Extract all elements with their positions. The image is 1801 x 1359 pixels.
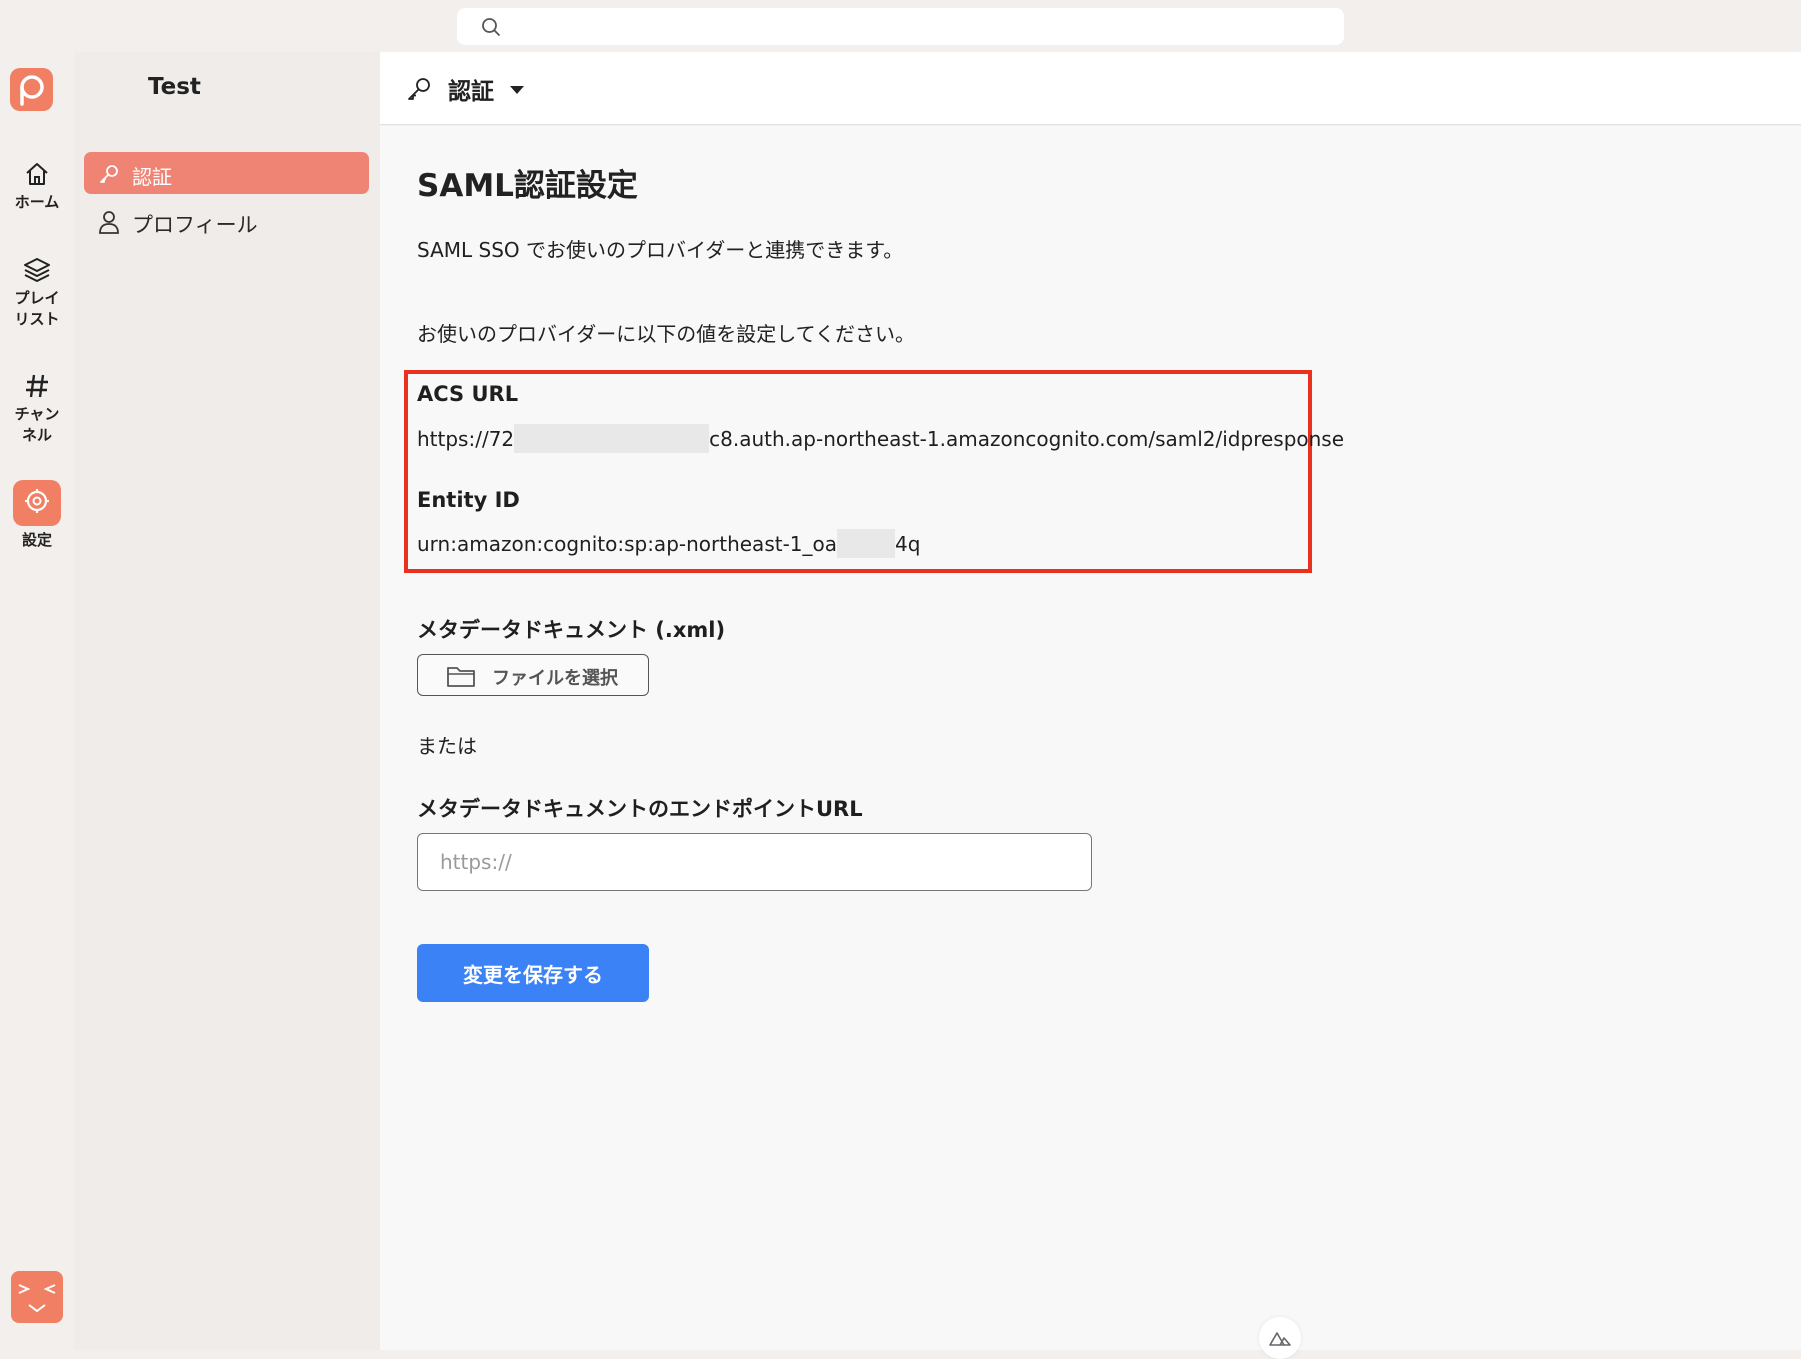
endpoint-url-input[interactable] — [417, 833, 1092, 891]
page-title: SAML認証設定 — [417, 168, 638, 204]
settings-icon-box — [13, 480, 61, 526]
person-icon — [99, 211, 119, 234]
devtools-badge[interactable] — [1259, 1317, 1301, 1359]
rail-settings[interactable]: 設定 — [0, 480, 74, 551]
entity-id-label: Entity ID — [417, 488, 520, 512]
acs-url-label: ACS URL — [417, 382, 519, 406]
folder-icon — [447, 667, 475, 687]
rail-playlist-label-1: プレイ — [14, 289, 60, 307]
entity-id-suffix: 4q — [895, 532, 921, 556]
hash-icon — [26, 374, 48, 398]
sidebar-item-label: 認証 — [132, 165, 172, 189]
rail-home[interactable]: ホーム — [0, 160, 74, 213]
redaction-mask — [837, 529, 896, 558]
main-content: SAML認証設定 SAML SSO でお使いのプロバイダーと連携できます。 お使… — [380, 126, 1801, 1359]
page-instruction: お使いのプロバイダーに以下の値を設定してください。 — [417, 322, 915, 346]
search-bar[interactable] — [457, 8, 1344, 45]
file-select-label: ファイルを選択 — [492, 668, 618, 689]
key-icon — [100, 165, 118, 183]
rail-settings-label: 設定 — [21, 531, 52, 549]
entity-id-value: urn:amazon:cognito:sp:ap-northeast-1_oa 4… — [417, 529, 920, 558]
top-bar — [0, 0, 1801, 52]
rail-channel-label-2: ネル — [21, 426, 52, 444]
sidebar-item-auth[interactable]: 認証 — [84, 152, 369, 194]
or-text: または — [417, 734, 477, 758]
app-logo[interactable] — [10, 68, 53, 111]
entity-id-prefix: urn:amazon:cognito:sp:ap-northeast-1_oa — [417, 532, 838, 556]
rail-playlist-label-2: リスト — [14, 310, 60, 328]
settings-sidebar: Test 認証 プロフィール — [74, 52, 380, 1350]
redaction-mask — [514, 424, 710, 453]
rail-channel-label-1: チャン — [14, 405, 60, 423]
nuxt-icon — [1269, 1332, 1291, 1346]
chevron-down-icon[interactable] — [510, 86, 524, 94]
face-icon — [18, 1284, 56, 1313]
acs-url-prefix: https://72 — [417, 427, 515, 451]
rail-channel[interactable]: チャン ネル — [0, 372, 74, 446]
file-select-button[interactable]: ファイルを選択 — [417, 654, 649, 696]
acs-url-value: https://72 c8.auth.ap-northeast-1.amazonc… — [417, 424, 1344, 453]
logo-icon — [20, 75, 44, 106]
endpoint-label: メタデータドキュメントのエンドポイントURL — [417, 797, 863, 821]
home-icon — [26, 163, 48, 185]
search-icon — [482, 18, 500, 36]
user-avatar[interactable] — [11, 1271, 63, 1323]
header-title[interactable]: 認証 — [448, 72, 494, 106]
key-icon — [408, 78, 430, 100]
layers-icon — [24, 258, 50, 282]
sidebar-item-profile[interactable]: プロフィール — [84, 200, 369, 242]
rail-playlist[interactable]: プレイ リスト — [0, 256, 74, 330]
metadata-label: メタデータドキュメント (.xml) — [417, 618, 726, 642]
rail-home-label: ホーム — [14, 193, 60, 211]
page-header: 認証 — [380, 52, 1801, 125]
sidebar-item-label: プロフィール — [132, 213, 258, 237]
page-description: SAML SSO でお使いのプロバイダーと連携できます。 — [417, 238, 904, 262]
acs-url-suffix: c8.auth.ap-northeast-1.amazoncognito.com… — [709, 427, 1345, 451]
app-rail: ホーム プレイ リスト チャン ネル 設定 — [0, 52, 74, 1350]
workspace-name: Test — [148, 74, 201, 100]
gear-icon — [25, 489, 49, 513]
save-button[interactable]: 変更を保存する — [417, 944, 649, 1002]
